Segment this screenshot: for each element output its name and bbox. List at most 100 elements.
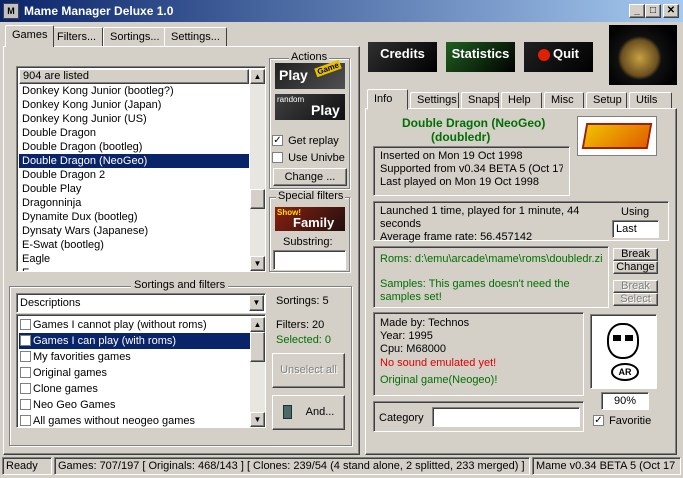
filter-list-item[interactable]: Neo Geo Games: [19, 397, 251, 413]
chevron-down-icon[interactable]: ▼: [249, 295, 264, 311]
checkbox-icon[interactable]: [20, 350, 31, 362]
game-list-item[interactable]: Double Play: [19, 182, 249, 196]
game-list-item[interactable]: Dynsaty Wars (Japanese): [19, 224, 249, 238]
checkbox-icon[interactable]: [20, 366, 31, 378]
filter-list-item[interactable]: Clone games: [19, 381, 251, 397]
phone-icon: [282, 405, 292, 420]
roms-group: Roms: d:\emu\arcade\mame\roms\doubledr.z…: [373, 246, 609, 308]
get-replay-checkbox[interactable]: ✓ Get replay: [272, 134, 339, 147]
game-list-item[interactable]: Double Dragon (bootleg): [19, 140, 249, 154]
selected-filter-item[interactable]: Games I can play (with roms): [19, 333, 251, 349]
details-group: Made by: Technos Year: 1995 Cpu: M68000 …: [373, 312, 584, 396]
tab-games[interactable]: Games: [5, 25, 55, 47]
sortings-count: Sortings: 5: [276, 295, 329, 307]
sound-status: No sound emulated yet!: [380, 357, 497, 369]
checkbox-icon[interactable]: [20, 318, 31, 330]
break-samples-button[interactable]: Break: [613, 280, 658, 293]
tab-filters[interactable]: Filters...: [50, 27, 104, 47]
scroll-up-icon[interactable]: ▲: [250, 317, 265, 332]
substring-input[interactable]: [273, 250, 346, 270]
tab-settings[interactable]: Settings...: [164, 27, 227, 47]
zoom-input[interactable]: 90%: [601, 392, 649, 410]
sort-dropdown[interactable]: Descriptions ▼: [16, 293, 266, 313]
statistics-button[interactable]: Statistics: [446, 42, 515, 72]
tab-setup[interactable]: Setup: [586, 92, 627, 109]
selected-count: Selected: 0: [276, 334, 332, 346]
checkbox-icon[interactable]: [20, 414, 31, 426]
checkbox-icon[interactable]: [20, 382, 31, 394]
filters-list-scrollbar[interactable]: ▲ ▼: [250, 317, 265, 427]
game-list-item[interactable]: E: [19, 266, 249, 271]
using-label: Using: [621, 206, 650, 218]
select-samples-button[interactable]: Select: [613, 293, 658, 306]
break-roms-button[interactable]: Break: [613, 248, 658, 261]
game-list-item[interactable]: Dynamite Dux (bootleg): [19, 210, 249, 224]
game-list-item[interactable]: Donkey Kong Junior (Japan): [19, 98, 249, 112]
tab-info[interactable]: Info: [367, 89, 408, 110]
game-list-item[interactable]: Donkey Kong Junior (US): [19, 112, 249, 126]
tab-help[interactable]: Help: [501, 92, 542, 109]
quit-button[interactable]: Quit: [524, 42, 593, 72]
change-roms-button[interactable]: Change: [613, 261, 658, 274]
game-list-item[interactable]: E-Swat (bootleg): [19, 238, 249, 252]
scroll-thumb[interactable]: [250, 332, 265, 362]
rating-face-image: AR: [590, 314, 657, 389]
title-bar: M Mame Manager Deluxe 1.0 _ □ ✕: [0, 0, 683, 22]
random-play-button[interactable]: random Play: [275, 94, 345, 120]
filter-list-item[interactable]: Original games: [19, 365, 251, 381]
tab-sortings[interactable]: Sortings...: [103, 27, 167, 47]
game-id: (doubledr): [431, 130, 491, 144]
favorite-checkbox[interactable]: ✓ Favoritie: [593, 414, 651, 427]
tab-snaps[interactable]: Snaps: [461, 92, 499, 109]
game-list-item[interactable]: Double Dragon: [19, 126, 249, 140]
scroll-down-icon[interactable]: ▼: [250, 256, 265, 271]
original-status: Original game(Neogeo)!: [380, 374, 498, 386]
category-input[interactable]: [432, 407, 580, 427]
using-input[interactable]: Last: [612, 220, 659, 238]
minimize-button[interactable]: _: [629, 4, 645, 18]
credits-button[interactable]: Credits: [368, 42, 437, 72]
status-games: Games: 707/197 [ Originals: 468/143 ] [ …: [54, 457, 530, 475]
scroll-thumb[interactable]: [250, 189, 265, 209]
use-univbe-checkbox[interactable]: Use Univbe: [272, 151, 345, 164]
selected-game-item[interactable]: Double Dragon (NeoGeo): [19, 154, 249, 168]
change-button[interactable]: Change ...: [273, 168, 347, 186]
inserted-date: Inserted on Mon 19 Oct 1998: [380, 150, 523, 162]
app-icon: M: [3, 3, 19, 19]
tab-utils[interactable]: Utils: [629, 92, 672, 109]
games-list-header: 904 are listed: [19, 69, 249, 84]
game-list-item[interactable]: Dragonninja: [19, 196, 249, 210]
and-button[interactable]: And...: [272, 395, 345, 430]
close-button[interactable]: ✕: [663, 4, 679, 18]
planet-logo: [609, 25, 677, 85]
games-list[interactable]: 904 are listed Donkey Kong Junior (bootl…: [16, 66, 266, 272]
show-family-button[interactable]: Show! Family: [275, 207, 345, 231]
special-filters-title: Special filters: [276, 190, 346, 202]
filter-list-item[interactable]: All games without neogeo games: [19, 413, 251, 427]
checkbox-icon[interactable]: [20, 334, 31, 346]
games-list-scrollbar[interactable]: ▲ ▼: [250, 69, 265, 271]
window-title: Mame Manager Deluxe 1.0: [24, 4, 174, 18]
unselect-all-button[interactable]: Unselect all: [272, 353, 345, 388]
checkbox-checked-icon: ✓: [593, 414, 604, 426]
game-logo-image: [577, 116, 657, 156]
game-list-item[interactable]: Donkey Kong Junior (bootleg?): [19, 84, 249, 98]
filter-list-item[interactable]: Games I cannot play (without roms): [19, 317, 251, 333]
tab-settings[interactable]: Settings: [410, 92, 459, 109]
category-label: Category: [379, 412, 424, 424]
game-title: Double Dragon (NeoGeo): [402, 116, 546, 130]
play-button[interactable]: Play Game: [275, 59, 345, 89]
filter-list-item[interactable]: My favorities games: [19, 349, 251, 365]
status-ready: Ready: [2, 457, 52, 475]
maximize-button[interactable]: □: [645, 4, 661, 18]
scroll-down-icon[interactable]: ▼: [250, 412, 265, 427]
scroll-up-icon[interactable]: ▲: [250, 69, 265, 84]
checkbox-icon[interactable]: [20, 398, 31, 410]
substring-label: Substring:: [283, 236, 333, 248]
game-list-item[interactable]: Double Dragon 2: [19, 168, 249, 182]
filters-list[interactable]: Games I cannot play (without roms) Games …: [16, 314, 266, 428]
status-version: Mame v0.34 BETA 5 (Oct 17: [532, 457, 681, 475]
filters-count: Filters: 20: [276, 319, 325, 331]
tab-misc[interactable]: Misc: [544, 92, 584, 109]
game-list-item[interactable]: Eagle: [19, 252, 249, 266]
